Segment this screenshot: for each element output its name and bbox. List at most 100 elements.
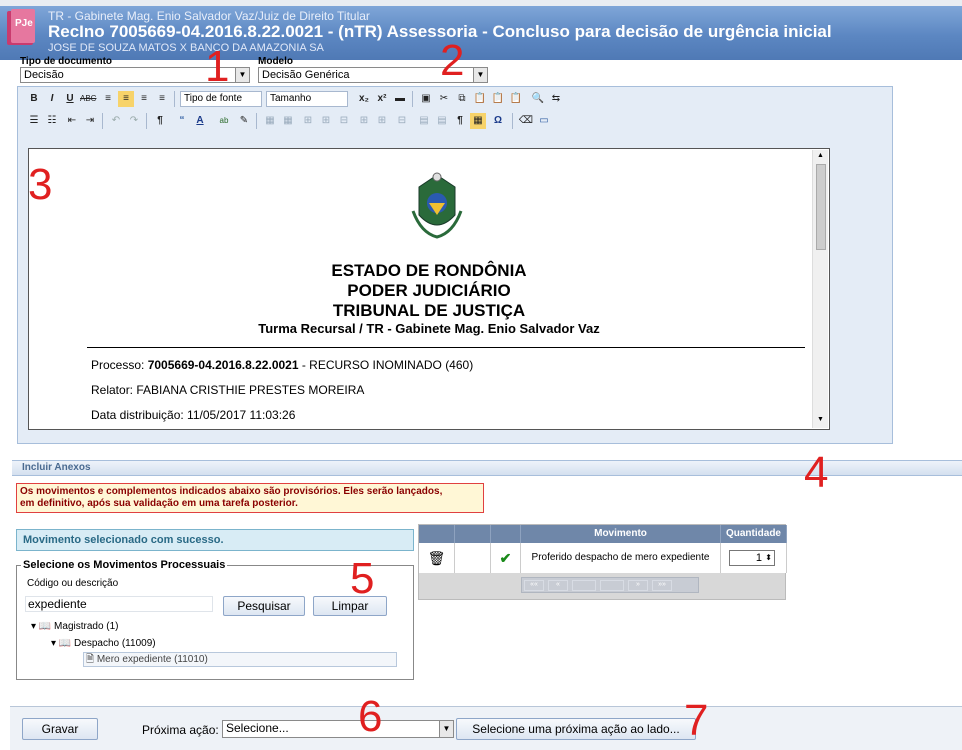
horizontal-rule-icon[interactable]: ▬: [392, 91, 408, 107]
table-cell-empty: [455, 543, 491, 573]
movements-legend: Selecione os Movimentos Processuais: [21, 559, 228, 571]
stepper-arrows-icon[interactable]: ⬍: [765, 551, 772, 565]
tree-node-despacho[interactable]: ▾ 📖 Despacho (11009): [51, 638, 156, 649]
svg-text:PJe: PJe: [15, 18, 33, 29]
row-after-icon[interactable]: ⊞: [318, 113, 334, 129]
save-button[interactable]: Gravar: [22, 718, 98, 740]
undo-icon[interactable]: ↶: [108, 113, 124, 129]
annotation-6: 6: [358, 692, 383, 741]
align-center-icon[interactable]: ≡: [118, 91, 134, 107]
merge-cells-icon[interactable]: ⊞: [374, 113, 390, 129]
table-grid-icon[interactable]: ▦: [470, 113, 486, 129]
chevron-down-icon: ▼: [473, 68, 487, 82]
next-action-value: Selecione...: [226, 721, 289, 735]
fullscreen-icon[interactable]: ▭: [536, 113, 552, 129]
underline-icon[interactable]: U: [62, 91, 78, 107]
doc-process-number: 7005669-04.2016.8.22.0021: [147, 358, 299, 372]
text-color-icon[interactable]: A: [192, 113, 208, 129]
pager-prev[interactable]: «: [548, 580, 568, 591]
align-left-icon[interactable]: ≡: [100, 91, 116, 107]
indent-icon[interactable]: ⇥: [82, 113, 98, 129]
align-right-icon[interactable]: ≡: [136, 91, 152, 107]
paste-word-icon[interactable]: 📋: [508, 91, 524, 107]
align-justify-icon[interactable]: ≡: [154, 91, 170, 107]
chevron-down-icon[interactable]: ▾: [31, 621, 36, 632]
book-icon: 📖: [58, 638, 72, 649]
visual-aid-icon[interactable]: ▤: [416, 113, 432, 129]
doc-distribution: Data distribuição: 11/05/2017 11:03:26: [91, 408, 296, 422]
doc-rapporteur: Relator: FABIANA CRISTHIE PRESTES MOREIR…: [91, 383, 365, 397]
italic-icon[interactable]: I: [44, 91, 60, 107]
movement-search-input[interactable]: expediente: [25, 596, 213, 612]
blockquote-icon[interactable]: “: [174, 113, 190, 129]
paragraph-icon[interactable]: ¶: [152, 113, 168, 129]
find-icon[interactable]: 🔍: [530, 91, 546, 107]
annotation-7: 7: [684, 696, 709, 745]
superscript-icon[interactable]: x²: [374, 91, 390, 107]
tree-node-mero-expediente[interactable]: 🗎 Mero expediente (11010): [83, 652, 397, 667]
model-value: Decisão Genérica: [262, 69, 350, 81]
quantity-cell: 1 ⬍: [721, 543, 787, 573]
quantity-stepper[interactable]: 1 ⬍: [729, 550, 775, 566]
cut-icon[interactable]: ✂: [436, 91, 452, 107]
highlight-color-icon[interactable]: ab: [216, 113, 232, 129]
font-family-dropdown[interactable]: Tipo de fonte: [180, 91, 262, 107]
doc-state: ESTADO DE RONDÔNIA: [331, 261, 527, 280]
subscript-icon[interactable]: x₂: [356, 91, 372, 107]
redo-icon[interactable]: ↷: [126, 113, 142, 129]
pager-first[interactable]: ««: [524, 580, 544, 591]
chevron-down-icon[interactable]: ▾: [51, 638, 56, 649]
outdent-icon[interactable]: ⇤: [64, 113, 80, 129]
paste-text-icon[interactable]: 📋: [490, 91, 506, 107]
show-blocks-icon[interactable]: ¶: [452, 113, 468, 129]
scroll-down-icon[interactable]: ▼: [817, 416, 824, 423]
split-cells-icon[interactable]: ⊟: [394, 113, 410, 129]
paste-icon[interactable]: 📋: [472, 91, 488, 107]
numbered-list-icon[interactable]: ☷: [44, 113, 60, 129]
document-icon: 🗎: [86, 654, 95, 665]
special-char-icon[interactable]: Ω: [490, 113, 506, 129]
table-props-icon[interactable]: ▦: [280, 113, 296, 129]
edit-icon[interactable]: ✎: [236, 113, 252, 129]
bold-icon[interactable]: B: [26, 91, 42, 107]
bottom-action-bar: Gravar Próxima ação: Selecione... ▼ Sele…: [10, 706, 962, 750]
table-header-movement: Movimento: [521, 525, 721, 543]
scrollbar-thumb[interactable]: [816, 164, 826, 250]
grid-icon[interactable]: ▤: [434, 113, 450, 129]
chevron-down-icon: ▼: [235, 68, 249, 82]
annotation-5: 5: [350, 554, 375, 603]
delete-row-icon[interactable]: ⊟: [336, 113, 352, 129]
copy-icon[interactable]: ⧉: [454, 91, 470, 107]
search-button[interactable]: Pesquisar: [223, 596, 305, 616]
next-action-button[interactable]: Selecione uma próxima ação ao lado...: [456, 718, 696, 740]
table-insert-icon[interactable]: ▦: [262, 113, 278, 129]
tree-node-magistrado[interactable]: ▾ 📖 Magistrado (1): [31, 621, 119, 632]
document-scrollbar[interactable]: ▲ ▼: [812, 150, 828, 428]
trash-icon[interactable]: 🗑: [419, 543, 455, 573]
replace-icon[interactable]: ⇆: [548, 91, 564, 107]
col-before-icon[interactable]: ⊞: [356, 113, 372, 129]
selected-movements-table: Movimento Quantidade 🗑 ✔ Proferido despa…: [418, 524, 787, 600]
document-type-value: Decisão: [24, 69, 64, 81]
scroll-up-icon[interactable]: ▲: [817, 152, 824, 159]
row-before-icon[interactable]: ⊞: [300, 113, 316, 129]
provisional-warning: Os movimentos e complementos indicados a…: [16, 483, 484, 513]
toolbar-separator: [512, 113, 513, 129]
movement-cell: Proferido despacho de mero expediente: [521, 543, 721, 573]
warning-line-1: Os movimentos e complementos indicados a…: [20, 486, 443, 497]
document-preview[interactable]: ESTADO DE RONDÔNIA PODER JUDICIÁRIO TRIB…: [28, 148, 830, 430]
pager-next[interactable]: »: [628, 580, 648, 591]
tree-node-label: Magistrado (1): [54, 621, 119, 632]
warning-line-2: em definitivo, após sua validação em uma…: [20, 498, 298, 509]
font-size-dropdown[interactable]: Tamanho: [266, 91, 348, 107]
bullet-list-icon[interactable]: ☰: [26, 113, 42, 129]
pager-slot: [600, 580, 624, 591]
next-action-select[interactable]: Selecione... ▼: [222, 720, 454, 738]
eraser-icon[interactable]: ⌫: [518, 113, 534, 129]
table-header-empty: [491, 525, 521, 543]
strikethrough-icon[interactable]: ABC: [80, 91, 96, 107]
document-type-label: Tipo de documento: [20, 56, 113, 67]
pje-logo-icon: PJe: [5, 9, 37, 49]
pager-last[interactable]: »»: [652, 580, 672, 591]
select-all-icon[interactable]: ▣: [418, 91, 434, 107]
